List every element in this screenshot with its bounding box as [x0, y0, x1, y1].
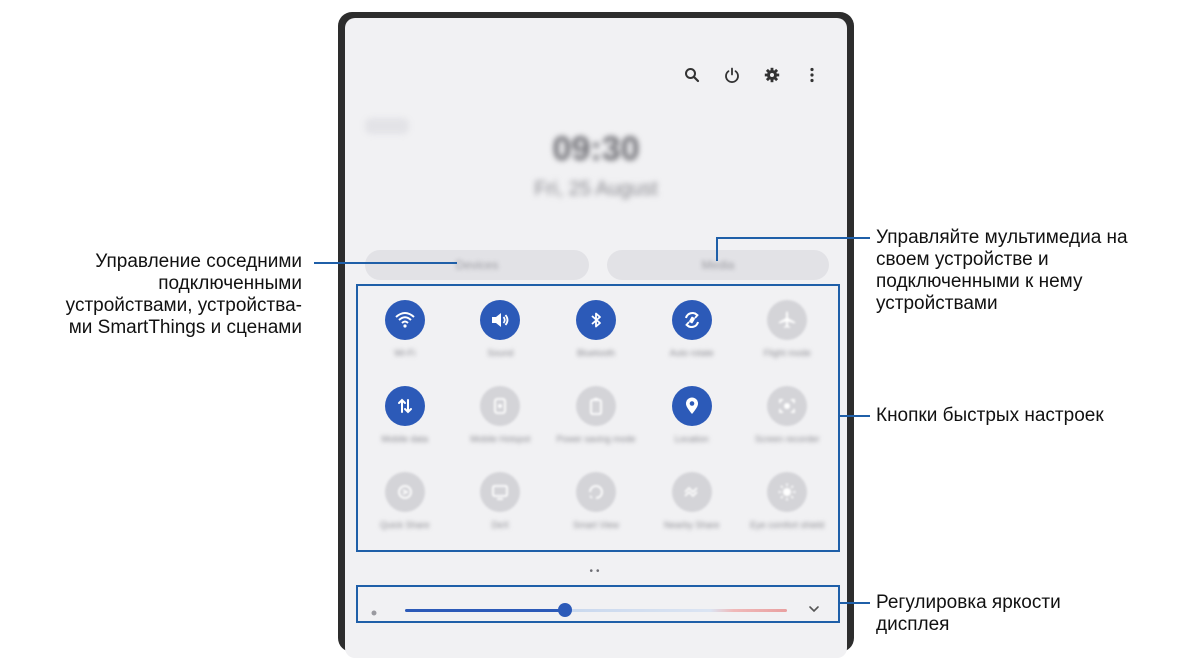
- callout-line: дисплея: [876, 614, 950, 635]
- callout-line: ми SmartThings и сценами: [68, 317, 302, 338]
- more-options-icon[interactable]: [803, 66, 821, 84]
- callout-line: подключенными к нему: [876, 271, 1083, 292]
- media-button-label: Media: [701, 258, 735, 272]
- callout-line: Управление соседними: [95, 251, 302, 272]
- quick-panel-toolbar: [683, 66, 821, 84]
- media-leader-line-vertical: [716, 237, 718, 261]
- callout-line: подключенными: [158, 273, 302, 294]
- clock: 09:30: [552, 130, 640, 168]
- quick-settings-leader-line: [838, 415, 870, 417]
- gear-icon[interactable]: [763, 66, 781, 84]
- quick-settings-highlight-frame: [356, 284, 840, 552]
- devices-leader-line: [314, 262, 457, 264]
- callout-line: устройствами, устройства-: [65, 295, 302, 316]
- callout-line: своем устройстве и: [876, 249, 1049, 270]
- media-callout: Управляйте мультимедиа на своем устройст…: [876, 227, 1128, 315]
- page-indicator: ••: [589, 566, 603, 577]
- brightness-callout: Регулировка яркости дисплея: [876, 592, 1061, 636]
- callout-line: устройствами: [876, 293, 998, 314]
- search-icon[interactable]: [683, 66, 701, 84]
- devices-callout: Управление соседними подключенными устро…: [66, 251, 302, 339]
- quick-settings-callout: Кнопки быстрых настроек: [876, 405, 1104, 426]
- brightness-highlight-frame: [356, 585, 840, 623]
- callout-line: Регулировка яркости: [876, 592, 1061, 613]
- media-leader-line-horizontal: [716, 237, 870, 239]
- date: Fri, 25 August: [534, 178, 658, 200]
- devices-button[interactable]: Devices: [365, 250, 589, 280]
- callout-line: Управляйте мультимедиа на: [876, 227, 1128, 248]
- power-icon[interactable]: [723, 66, 741, 84]
- media-button[interactable]: Media: [607, 250, 829, 280]
- devices-button-label: Devices: [455, 258, 499, 272]
- brightness-leader-line: [838, 602, 870, 604]
